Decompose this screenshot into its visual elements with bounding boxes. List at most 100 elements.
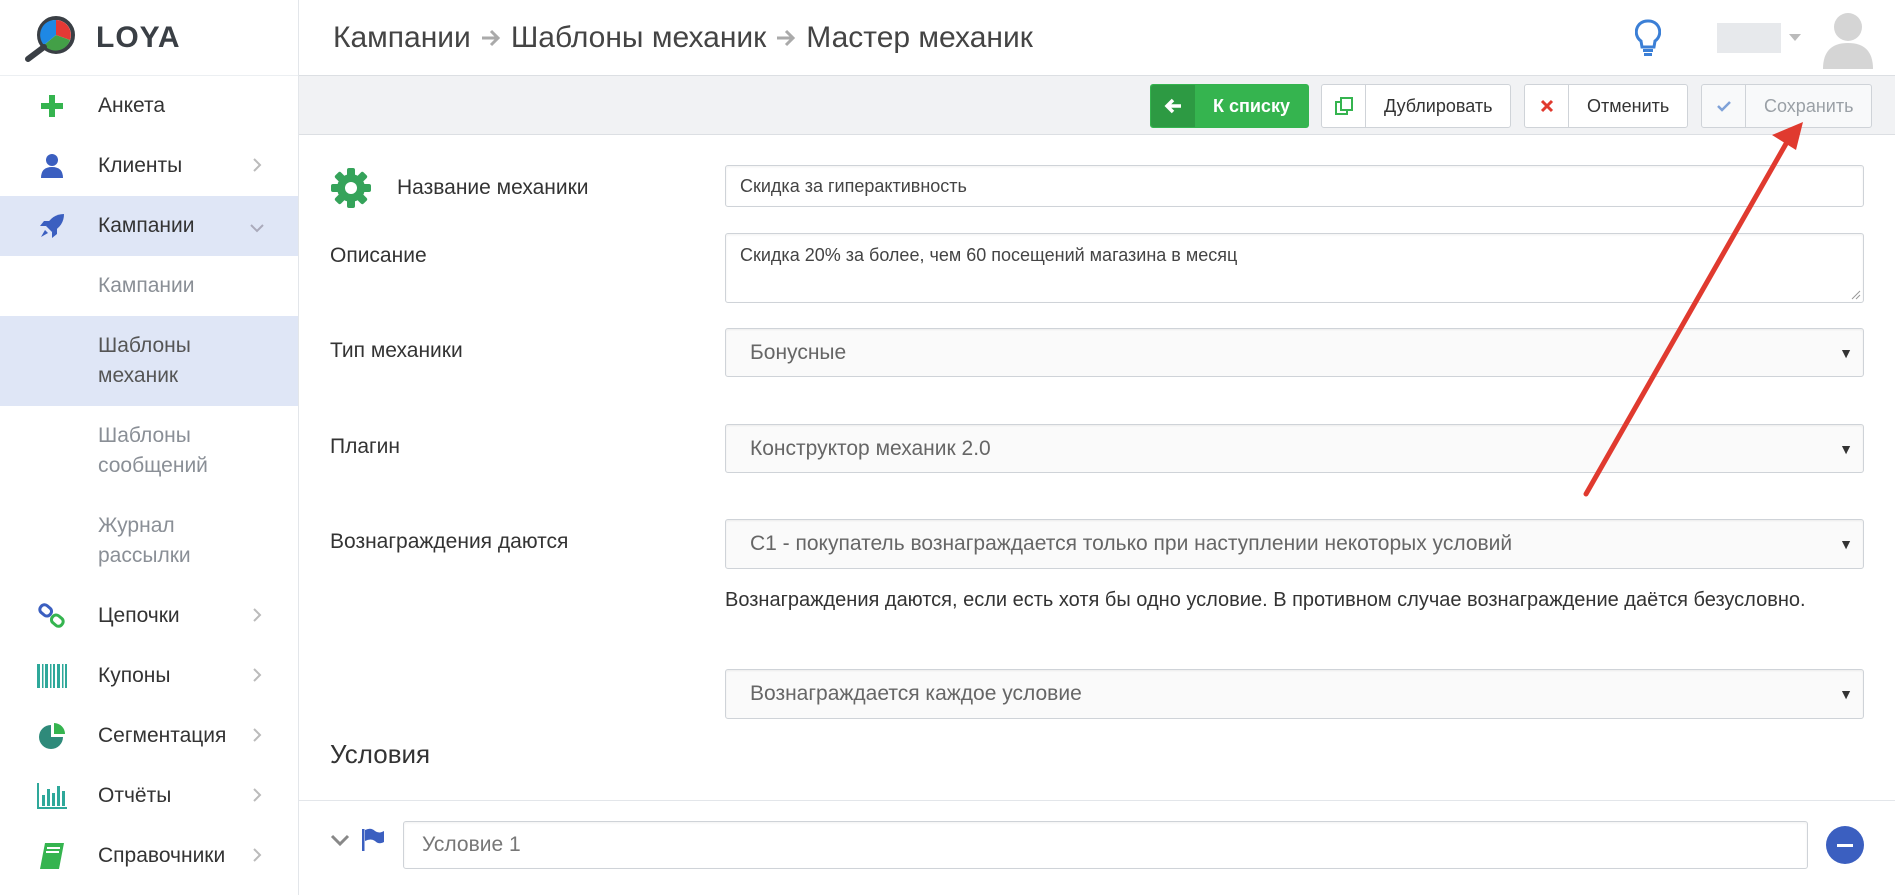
cancel-label: Отменить [1587,95,1670,116]
plugin-value: Конструктор механик 2.0 [750,436,991,460]
condition-name-placeholder: Условие 1 [422,833,521,856]
mechanic-type-label: Тип механики [330,339,463,362]
lightbulb-icon[interactable] [1635,19,1661,57]
sidebar-item-label: Справочники [98,844,226,867]
save-button[interactable]: Сохранить [1701,84,1873,128]
user-icon [34,148,70,184]
copy-icon [1322,85,1366,127]
breadcrumb: Кампании Шаблоны механик Мастер механик [333,21,1033,55]
reward-mode-select[interactable]: Вознаграждается каждое условие ▼ [725,669,1864,719]
conditions-title: Условия [330,739,431,769]
chevron-right-icon [252,727,262,748]
sidebar-item-label: Купоны [98,664,171,687]
description-textarea[interactable]: Скидка 20% за более, чем 60 посещений ма… [725,233,1864,303]
rewards-label: Вознаграждения даются [330,530,569,553]
link-icon [34,598,70,634]
chevron-right-icon [252,667,262,688]
sidebar-item-clients[interactable]: Клиенты [0,136,298,196]
sidebar-item-dictionaries[interactable]: Справочники [0,826,298,886]
close-icon [1525,85,1569,127]
chevron-right-icon [252,607,262,628]
sidebar-subitem-mailing-log[interactable]: Журнал рассылки [0,496,298,586]
main-content: Название механики Скидка за гиперактивно… [299,135,1895,895]
sidebar: LOYA Анкета Клиенты Кампании Кампании Ша… [0,0,299,895]
breadcrumb-current: Мастер механик [806,20,1033,54]
back-to-list-label: К списку [1213,95,1290,116]
arrow-left-icon [1151,85,1195,127]
sidebar-item-campaigns[interactable]: Кампании [0,196,298,256]
arrow-right-icon [776,29,796,47]
resize-handle-icon[interactable] [1851,290,1861,300]
minus-icon [1837,843,1853,847]
sidebar-subitem-campaigns[interactable]: Кампании [0,256,298,316]
chevron-down-icon [249,220,265,238]
flag-icon [361,828,385,852]
pie-chart-icon [34,718,70,754]
toolbar: К списку Дублировать Отменить Сохранить [299,76,1895,135]
logo-icon [25,15,75,62]
check-icon [1702,85,1746,127]
sidebar-item-label: Сегментация [98,724,227,747]
cancel-button[interactable]: Отменить [1524,84,1689,128]
sidebar-item-label: Анкета [98,94,166,117]
book-icon [34,838,70,874]
sidebar-subitem-mechanic-templates[interactable]: Шаблоны механик [0,316,298,406]
chevron-right-icon [252,157,262,178]
duplicate-label: Дублировать [1384,95,1493,116]
reward-mode-value: Вознаграждается каждое условие [750,682,1082,705]
sidebar-subitem-label: Кампании [98,274,195,297]
sidebar-item-coupons[interactable]: Купоны [0,646,298,706]
caret-down-icon: ▼ [1839,440,1853,457]
remove-condition-button[interactable] [1826,826,1864,864]
sidebar-subitem-label: Журнал рассылки [98,514,191,567]
plugin-label: Плагин [330,435,401,458]
gear-icon [330,167,372,209]
description-label: Описание [330,244,427,267]
breadcrumb-item[interactable]: Шаблоны механик [511,21,766,55]
sidebar-subitem-label: Шаблоны сообщений [98,424,208,477]
rewards-select[interactable]: С1 - покупатель вознаграждается только п… [725,519,1864,569]
sidebar-subitem-message-templates[interactable]: Шаблоны сообщений [0,406,298,496]
sidebar-item-label: Цепочки [98,604,180,627]
description-value: Скидка 20% за более, чем 60 посещений ма… [740,245,1238,265]
caret-down-icon: ▼ [1839,536,1853,552]
app-name: LOYA [96,20,181,54]
logo[interactable]: LOYA [0,0,298,76]
condition-row: Условие 1 [299,800,1895,895]
sidebar-subitem-label: Шаблоны механик [98,334,191,387]
condition-name-input[interactable]: Условие 1 [403,821,1808,869]
sidebar-item-reports[interactable]: Отчёты [0,766,298,826]
chevron-down-icon[interactable] [330,834,350,848]
chevron-right-icon [252,787,262,808]
save-label: Сохранить [1764,95,1854,116]
rocket-icon [34,208,70,244]
bar-chart-icon [34,778,70,814]
caret-down-icon: ▼ [1839,686,1853,702]
mechanic-name-input[interactable]: Скидка за гиперактивность [725,165,1864,207]
rewards-hint: Вознаграждения даются, если есть хотя бы… [725,589,1806,611]
plus-icon [34,88,70,124]
sidebar-item-segmentation[interactable]: Сегментация [0,706,298,766]
sidebar-item-anketa[interactable]: Анкета [0,76,298,136]
plugin-select[interactable]: Конструктор механик 2.0 ▼ [725,424,1864,473]
mechanic-type-value: Бонусные [750,340,847,364]
avatar[interactable] [1821,7,1875,69]
header-actions [1635,0,1895,76]
duplicate-button[interactable]: Дублировать [1321,84,1512,128]
chevron-right-icon [252,847,262,868]
chevron-down-icon [1789,34,1801,42]
user-menu[interactable] [1717,23,1801,53]
barcode-icon [34,658,70,694]
arrow-right-icon [481,29,501,47]
user-name-blurred [1717,23,1781,53]
mechanic-type-select[interactable]: Бонусные ▼ [725,328,1864,377]
header: Кампании Шаблоны механик Мастер механик [299,0,1895,76]
caret-down-icon: ▼ [1839,344,1853,361]
sidebar-item-label: Кампании [98,214,195,237]
sidebar-item-label: Клиенты [98,154,183,177]
back-to-list-button[interactable]: К списку [1150,84,1309,128]
sidebar-item-chains[interactable]: Цепочки [0,586,298,646]
breadcrumb-item[interactable]: Кампании [333,21,471,55]
mechanic-name-label: Название механики [397,176,589,199]
sidebar-item-label: Отчёты [98,784,172,807]
